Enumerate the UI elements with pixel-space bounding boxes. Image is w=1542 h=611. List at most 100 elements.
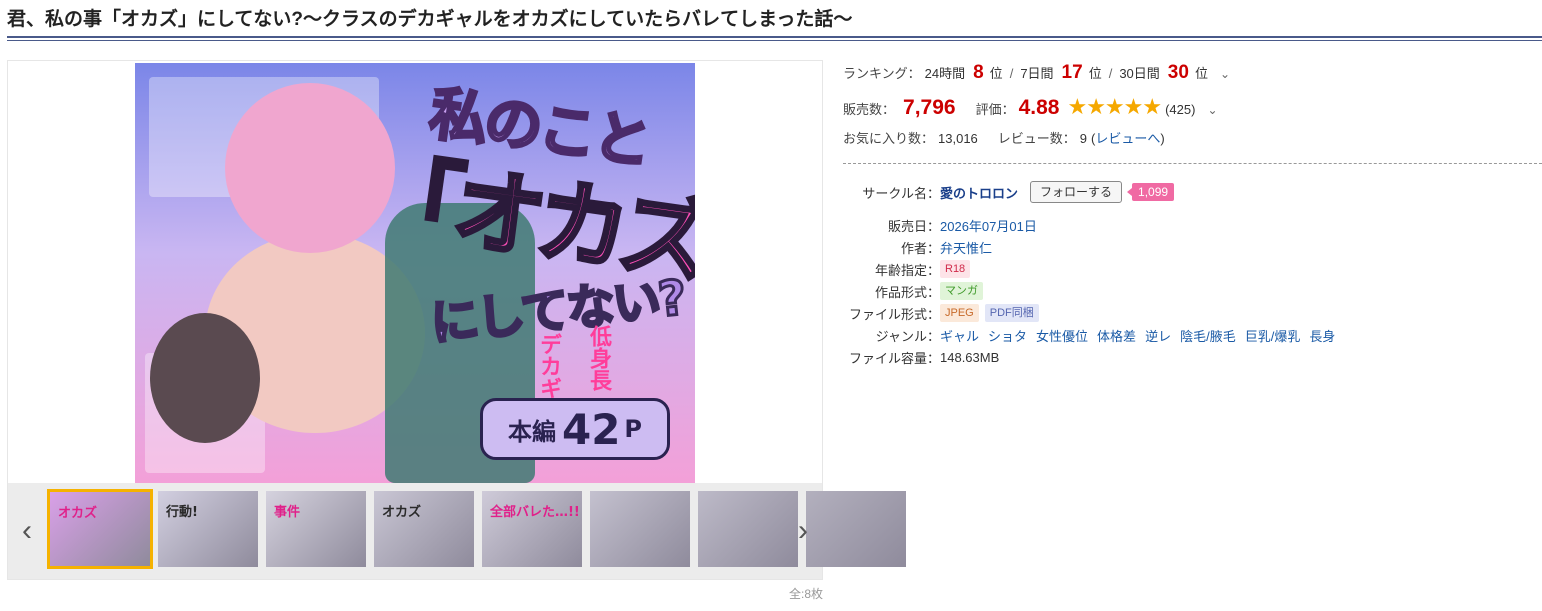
ranking-30d-value: 30 xyxy=(1167,62,1189,83)
review-count-label: レビュー数： xyxy=(997,131,1076,146)
ranking-7d-value: 17 xyxy=(1061,62,1083,83)
chevron-left-icon[interactable]: ‹ xyxy=(14,513,40,549)
detail-row-age: 年齢指定： R18 xyxy=(843,258,976,280)
star-rating-icon: ★★★★★ xyxy=(1067,94,1162,119)
rating-count: (425) xyxy=(1165,102,1196,117)
ranking-separator: / xyxy=(1009,66,1014,81)
genre-list: ギャル ショタ 女性優位 体格差 逆レ 陰毛/腋毛 巨乳/爆乳 長身 xyxy=(940,326,1344,345)
main-cover-image[interactable]: 私のこと 「オカズ」 にしてない? デカギャル 低身長 本編 42 P xyxy=(135,63,695,483)
cover-page-count: 本編 42 P xyxy=(480,398,670,460)
cover-title-art: 私のこと 「オカズ」 にしてない? xyxy=(361,77,695,353)
cover-page-unit: P xyxy=(624,415,643,443)
thumbnail-caption: 全部バレた…!! xyxy=(490,505,580,520)
genre-link[interactable]: 逆レ xyxy=(1145,326,1171,345)
file-size-label: ファイル容量： xyxy=(848,350,940,366)
chevron-down-icon[interactable]: ⌄ xyxy=(1207,103,1217,117)
favorites-value: 13,016 xyxy=(938,131,978,146)
page-title: 君、私の事「オカズ」にしてない?〜クラスのデカギャルをオカズにしていたらバレてし… xyxy=(7,9,853,30)
title-bar: 君、私の事「オカズ」にしてない?〜クラスのデカギャルをオカズにしていたらバレてし… xyxy=(7,8,1542,42)
sales-row: 販売数： 7,796 評価： 4.88 ★★★★★ (425) ⌄ xyxy=(843,94,1218,120)
ranking-row: ランキング： 24時間 8 位 / 7日間 17 位 / 30日間 30 位 ⌄ xyxy=(843,62,1230,84)
chevron-right-icon[interactable]: › xyxy=(790,513,816,549)
ranking-30d-label: 30日間 xyxy=(1119,66,1160,81)
genre-link[interactable]: ショタ xyxy=(988,326,1027,345)
sales-value: 7,796 xyxy=(903,96,956,119)
author-link[interactable]: 弁天惟仁 xyxy=(940,238,992,257)
thumbnail-image xyxy=(590,491,690,567)
ranking-unit: 位 xyxy=(1194,66,1208,81)
detail-row-genre: ジャンル： ギャル ショタ 女性優位 体格差 逆レ 陰毛/腋毛 巨乳/爆乳 長身 xyxy=(843,324,1344,346)
ranking-unit: 位 xyxy=(1088,66,1102,81)
release-date-link[interactable]: 2026年07月01日 xyxy=(940,216,1037,235)
title-divider xyxy=(7,36,1542,41)
product-gallery: 私のこと 「オカズ」 にしてない? デカギャル 低身長 本編 42 P ‹ オカ… xyxy=(7,60,906,580)
thumbnail-caption: 事件 xyxy=(274,505,301,520)
review-link[interactable]: レビューへ xyxy=(1095,128,1160,147)
ranking-label: ランキング： xyxy=(843,66,921,81)
ranking-separator: / xyxy=(1108,66,1113,81)
genre-link[interactable]: 陰毛/腋毛 xyxy=(1180,326,1236,345)
image-count: 全:8枚 xyxy=(788,587,823,601)
detail-row-release: 販売日： 2026年07月01日 xyxy=(843,214,1037,236)
detail-row-circle: サークル名： 愛のトロロン フォローする 1,099 xyxy=(843,180,1175,204)
follow-count-badge: 1,099 xyxy=(1127,183,1175,201)
genre-link[interactable]: ギャル xyxy=(940,326,979,345)
thumbnail[interactable]: 行動! xyxy=(158,491,258,567)
work-format-badge[interactable]: マンガ xyxy=(940,282,983,300)
character-figure-small xyxy=(150,313,260,443)
release-label: 販売日： xyxy=(887,218,940,234)
follow-button[interactable]: フォローする xyxy=(1030,181,1123,203)
author-label: 作者： xyxy=(900,240,940,256)
thumbnail-image xyxy=(806,491,906,567)
rating-label: 評価： xyxy=(975,102,1015,117)
ranking-24h-label: 24時間 xyxy=(924,66,966,81)
file-format-label: ファイル形式： xyxy=(848,306,940,322)
review-count-value: 9 xyxy=(1079,131,1088,146)
cover-page-number: 42 xyxy=(561,404,621,454)
chevron-down-icon[interactable]: ⌄ xyxy=(1220,67,1230,81)
thumbnail[interactable]: 事件 xyxy=(266,491,366,567)
ranking-24h-value: 8 xyxy=(973,62,984,83)
thumbnail[interactable] xyxy=(698,491,798,567)
age-rating-badge[interactable]: R18 xyxy=(940,260,971,278)
thumbnail[interactable]: オカズ xyxy=(47,489,153,569)
circle-name-link[interactable]: 愛のトロロン xyxy=(940,183,1018,202)
age-label: 年齢指定： xyxy=(874,262,940,278)
thumbnail[interactable]: オカズ xyxy=(374,491,474,567)
thumbnail-caption: 行動! xyxy=(166,505,198,520)
detail-row-author: 作者： 弁天惟仁 xyxy=(843,236,992,258)
favorites-label: お気に入り数： xyxy=(843,131,935,146)
detail-row-format: 作品形式： マンガ xyxy=(843,280,989,302)
file-size-value: 148.63MB xyxy=(940,349,1000,365)
favorites-row: お気に入り数： 13,016 レビュー数： 9 ( レビューへ ) xyxy=(843,128,1165,147)
file-format-value: JPEG PDF同梱 xyxy=(940,304,1045,322)
sales-label: 販売数： xyxy=(843,102,896,117)
cover-page-label: 本編 xyxy=(507,417,556,446)
ranking-unit: 位 xyxy=(989,66,1003,81)
thumbnail[interactable] xyxy=(806,491,906,567)
rating-value: 4.88 xyxy=(1018,96,1060,119)
cover-side-text: 低身長 xyxy=(587,325,612,391)
detail-row-file-format: ファイル形式： JPEG PDF同梱 xyxy=(843,302,1045,324)
ranking-7d-label: 7日間 xyxy=(1020,66,1054,81)
info-divider xyxy=(843,163,1542,164)
genre-link[interactable]: 長身 xyxy=(1309,326,1335,345)
circle-label: サークル名： xyxy=(862,185,940,201)
file-format-badge[interactable]: PDF同梱 xyxy=(984,304,1039,322)
thumbnail-strip: ‹ オカズ 行動! 事件 オカズ 全部バレた…!! › xyxy=(8,483,906,579)
genre-link[interactable]: 女性優位 xyxy=(1036,326,1088,345)
thumbnail-image xyxy=(698,491,798,567)
genre-label: ジャンル： xyxy=(875,328,940,344)
circle-value: 愛のトロロン フォローする 1,099 xyxy=(940,181,1175,203)
review-link-paren: ) xyxy=(1160,131,1165,146)
detail-row-size: ファイル容量： 148.63MB xyxy=(843,346,999,368)
genre-link[interactable]: 体格差 xyxy=(1097,326,1136,345)
thumbnail[interactable] xyxy=(590,491,690,567)
genre-link[interactable]: 巨乳/爆乳 xyxy=(1245,326,1301,345)
file-format-badge[interactable]: JPEG xyxy=(940,304,979,322)
format-value: マンガ xyxy=(940,282,989,300)
age-value: R18 xyxy=(940,260,976,278)
format-label: 作品形式： xyxy=(874,284,940,300)
thumbnail[interactable]: 全部バレた…!! xyxy=(482,491,582,567)
thumbnail-caption: オカズ xyxy=(58,506,98,521)
